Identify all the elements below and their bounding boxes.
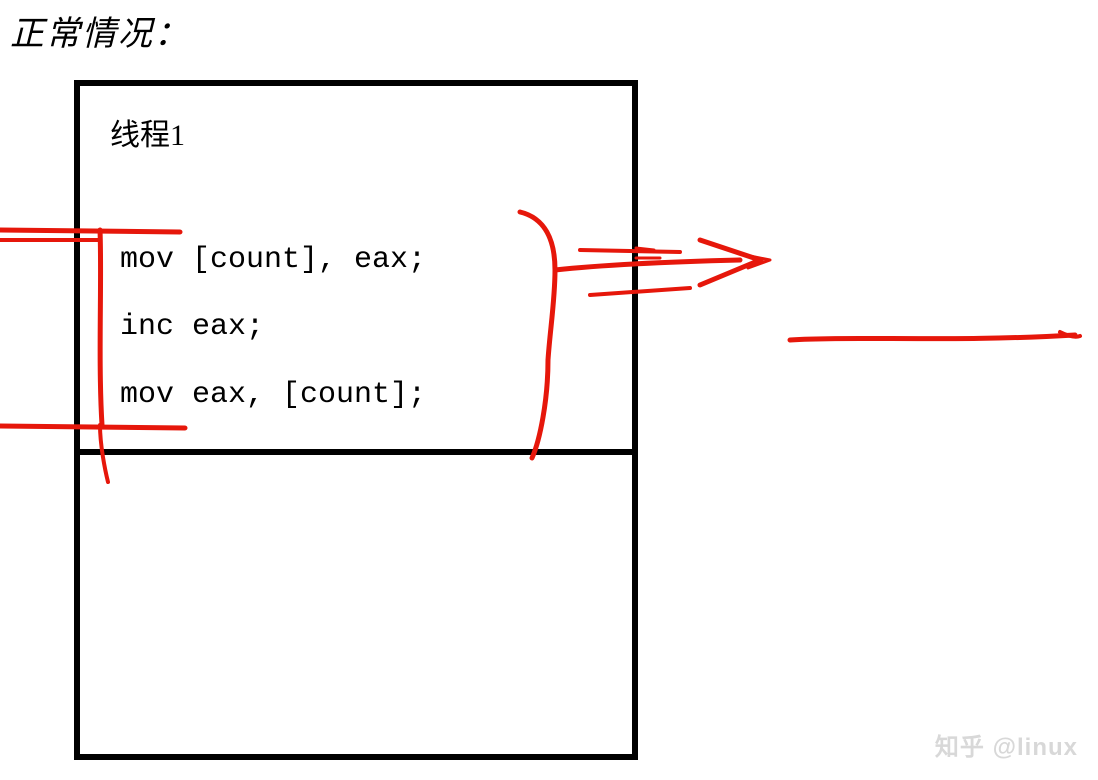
diagram-title: 正常情况： <box>10 6 190 55</box>
code-line-3: mov eax, [count]; <box>120 378 426 412</box>
code-line-2: inc eax; <box>120 310 264 344</box>
thread-label: 线程1 <box>110 110 185 154</box>
code-line-1: mov [count], eax; <box>120 243 426 277</box>
box-divider <box>80 449 638 455</box>
watermark: 知乎 @linux <box>935 727 1078 762</box>
thread-box <box>74 80 638 760</box>
